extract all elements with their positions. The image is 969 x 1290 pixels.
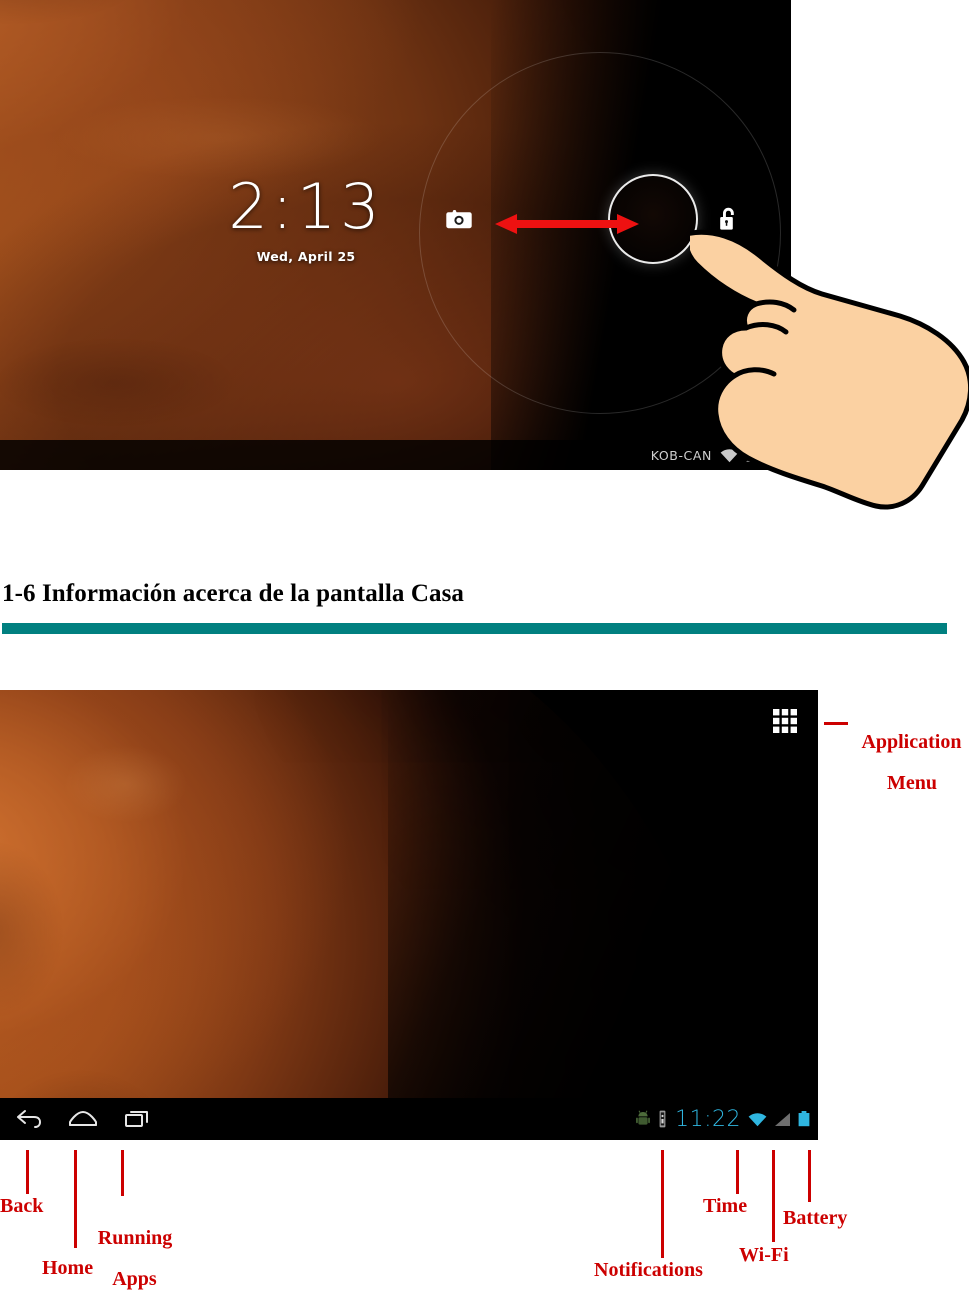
padlock-unlocked-icon[interactable]	[716, 206, 741, 232]
callout-notifications: Notifications	[594, 1259, 703, 1281]
signal-icon[interactable]	[774, 1112, 791, 1127]
home-icon[interactable]	[68, 1109, 98, 1129]
lock-screen-screenshot: 2:13 Wed, April 25 KOB-CAN	[0, 0, 791, 470]
battery-icon[interactable]	[798, 1111, 810, 1127]
callout-application-menu: Application Menu	[845, 712, 969, 794]
callout-application-menu-line2: Menu	[887, 772, 937, 795]
nav-buttons-group	[0, 1109, 150, 1129]
leader-wifi	[772, 1150, 775, 1242]
leader-notifications	[661, 1150, 664, 1258]
battery-icon	[768, 447, 780, 463]
callout-battery: Battery	[783, 1207, 848, 1229]
callout-wifi: Wi-Fi	[739, 1244, 789, 1266]
callout-back: Back	[0, 1195, 44, 1217]
callout-application-menu-line1: Application	[861, 731, 962, 754]
wifi-icon	[720, 448, 739, 462]
system-navigation-bar: 11:22	[0, 1098, 818, 1140]
space-background-home	[388, 690, 818, 1140]
home-screen-screenshot: 11:22	[0, 690, 818, 1140]
heading-divider	[2, 623, 947, 634]
double-arrow-icon	[495, 214, 639, 234]
leader-battery	[808, 1150, 811, 1202]
wifi-ssid-label: KOB-CAN	[650, 447, 712, 463]
leader-running-apps	[121, 1150, 124, 1196]
status-bar-clock: 11:22	[675, 1106, 741, 1132]
android-notification-icon[interactable]	[636, 1110, 651, 1128]
usb-icon[interactable]	[657, 1110, 668, 1128]
lockscreen-status-bar: KOB-CAN	[0, 440, 791, 470]
page-title: 1-6 Información acerca de la pantalla Ca…	[2, 580, 465, 607]
callout-running-apps: Running Apps	[84, 1208, 176, 1290]
callout-running-apps-line1: Running	[97, 1227, 173, 1250]
recent-apps-icon[interactable]	[124, 1109, 150, 1129]
leader-time	[736, 1150, 739, 1194]
system-status-icons: 11:22	[636, 1107, 810, 1132]
camera-icon[interactable]	[444, 208, 474, 230]
wifi-icon[interactable]	[748, 1112, 767, 1127]
signal-icon	[746, 448, 761, 462]
callout-time: Time	[703, 1195, 748, 1217]
leader-back	[26, 1150, 29, 1194]
leader-home	[74, 1150, 77, 1248]
back-arrow-icon[interactable]	[16, 1109, 42, 1129]
callout-running-apps-line2: Apps	[112, 1268, 157, 1290]
apps-grid-icon[interactable]	[772, 708, 798, 734]
